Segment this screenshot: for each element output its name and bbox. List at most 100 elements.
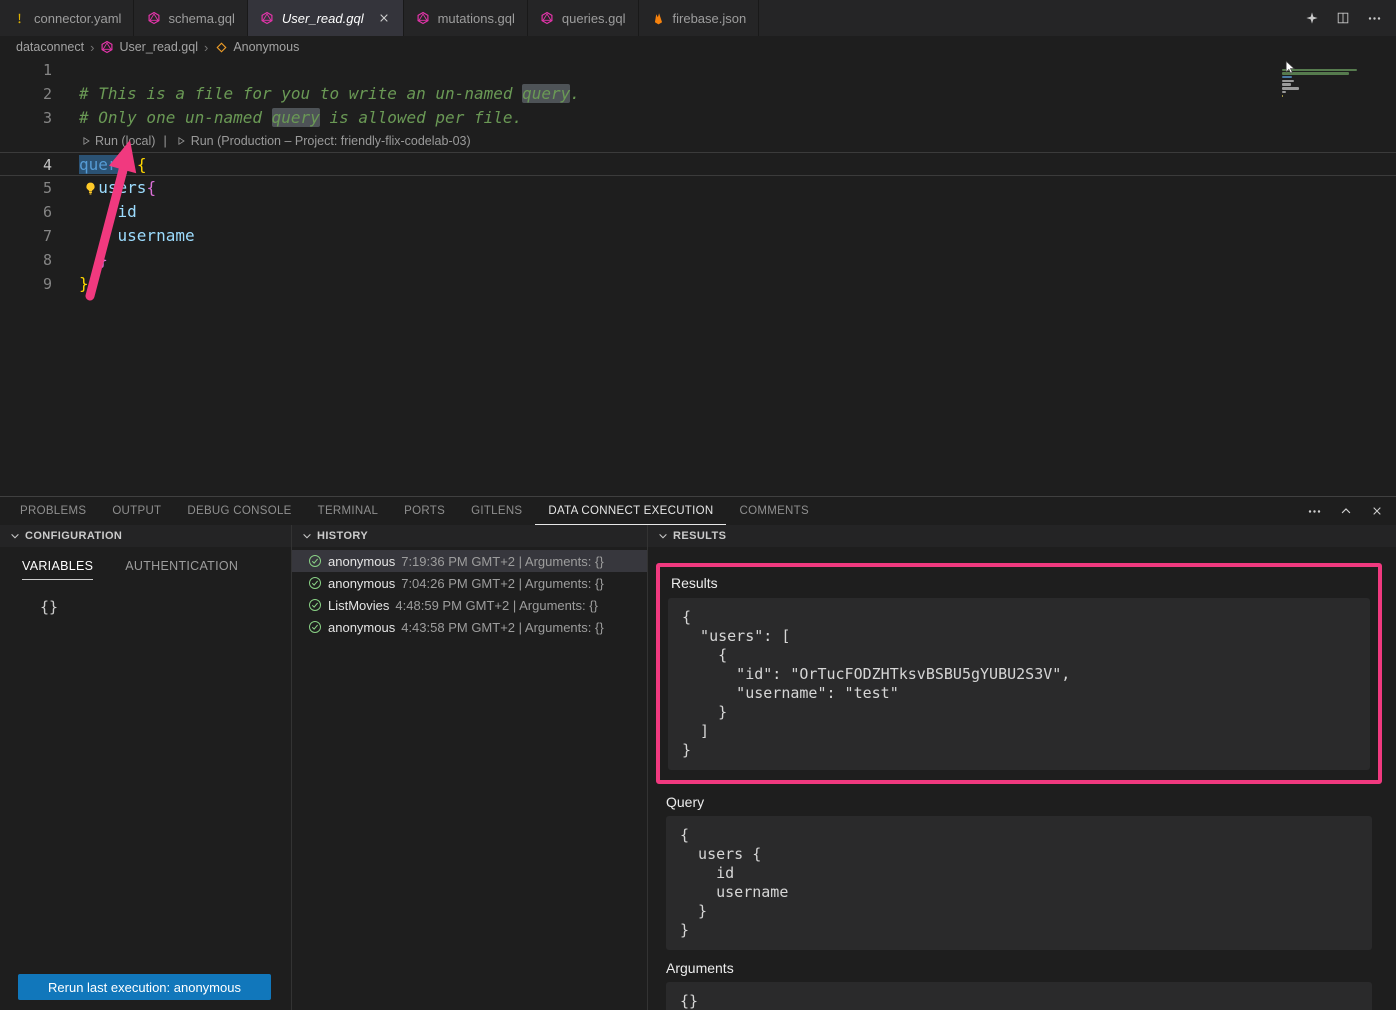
history-item-name: ListMovies bbox=[328, 598, 389, 613]
panel-tab-gitlens[interactable]: GITLENS bbox=[458, 497, 535, 525]
code-token: username bbox=[118, 226, 195, 245]
graphql-icon bbox=[540, 11, 555, 26]
code-line-content: # This is a file for you to write an un-… bbox=[52, 82, 580, 106]
panel-tab-debug-console[interactable]: DEBUG CONSOLE bbox=[174, 497, 304, 525]
yaml-warning-icon bbox=[12, 11, 27, 26]
chevron-down-icon bbox=[656, 530, 669, 543]
check-circle-icon bbox=[308, 598, 322, 612]
breadcrumb: dataconnect›User_read.gql›Anonymous bbox=[0, 36, 1396, 58]
code-token bbox=[127, 155, 137, 174]
code-token: is allowed per file. bbox=[320, 108, 522, 127]
variables-value[interactable]: {} bbox=[40, 598, 291, 616]
code-token: query bbox=[79, 155, 127, 174]
history-item[interactable]: anonymous7:04:26 PM GMT+2 | Arguments: {… bbox=[292, 572, 647, 594]
tab-label: firebase.json bbox=[673, 11, 747, 26]
breadcrumb-separator: › bbox=[204, 40, 208, 55]
history-item-meta: 4:43:58 PM GMT+2 | Arguments: {} bbox=[401, 620, 603, 635]
graphql-icon bbox=[416, 11, 431, 26]
code-line-2: 2# This is a file for you to write an un… bbox=[0, 82, 1396, 106]
code-token: } bbox=[79, 274, 89, 293]
code-line-content bbox=[52, 58, 79, 82]
close-icon[interactable] bbox=[377, 11, 391, 25]
history-item[interactable]: anonymous 4:43:58 PM GMT+2 | Arguments: {… bbox=[292, 616, 647, 638]
code-token: query bbox=[522, 84, 570, 103]
chevron-up-icon[interactable] bbox=[1338, 504, 1353, 519]
tab-label: mutations.gql bbox=[438, 11, 515, 26]
run-icon bbox=[175, 135, 188, 148]
tab-connector.yaml[interactable]: connector.yaml bbox=[0, 0, 134, 36]
tab-User_read.gql[interactable]: User_read.gql bbox=[248, 0, 404, 36]
breadcrumb-item-label: User_read.gql bbox=[119, 40, 198, 54]
results-highlight-box: Results{ "users": [ { "id": "OrTucFODZHT… bbox=[656, 563, 1382, 784]
code-line-4: 4query { bbox=[0, 152, 1396, 176]
panel-tab-comments[interactable]: COMMENTS bbox=[726, 497, 821, 525]
result-code-block: { "users": [ { "id": "OrTucFODZHTksvBSBU… bbox=[668, 598, 1370, 770]
codelens-row: Run (local) | Run (Production – Project: f… bbox=[0, 130, 1396, 152]
tab-firebase.json[interactable]: firebase.json bbox=[639, 0, 760, 36]
breadcrumb-item-label: Anonymous bbox=[233, 40, 299, 54]
history-item[interactable]: ListMovies4:48:59 PM GMT+2 | Arguments: … bbox=[292, 594, 647, 616]
minimap[interactable] bbox=[1280, 58, 1396, 496]
tab-queries.gql[interactable]: queries.gql bbox=[528, 0, 639, 36]
breadcrumb-item-User_read.gql[interactable]: User_read.gql bbox=[100, 40, 198, 54]
panel-columns: CONFIGURATION VARIABLES AUTHENTICATION {}… bbox=[0, 525, 1396, 1010]
code-token: . bbox=[570, 84, 580, 103]
code-line-content: # Only one un-named query is allowed per… bbox=[52, 106, 522, 130]
history-item-name: anonymous bbox=[328, 554, 395, 569]
code-editor[interactable]: 12# This is a file for you to write an u… bbox=[0, 58, 1396, 496]
more-actions-icon[interactable] bbox=[1307, 504, 1322, 519]
panel-tab-output[interactable]: OUTPUT bbox=[99, 497, 174, 525]
configuration-header[interactable]: CONFIGURATION bbox=[0, 525, 291, 547]
history-item-name: anonymous bbox=[328, 576, 395, 591]
code-line-content: id bbox=[52, 200, 137, 224]
code-line-3: 3# Only one un-named query is allowed pe… bbox=[0, 106, 1396, 130]
code-line-6: 6 id bbox=[0, 200, 1396, 224]
panel-tab-problems[interactable]: PROBLEMS bbox=[18, 497, 99, 525]
tab-mutations.gql[interactable]: mutations.gql bbox=[404, 0, 528, 36]
panel-tab-ports[interactable]: PORTS bbox=[391, 497, 458, 525]
history-item[interactable]: anonymous 7:19:36 PM GMT+2 | Arguments: {… bbox=[292, 550, 647, 572]
panel-actions bbox=[1307, 504, 1384, 519]
panel-tab-data-connect-execution[interactable]: DATA CONNECT EXECUTION bbox=[535, 497, 726, 525]
code-token bbox=[79, 250, 98, 269]
code-token: { bbox=[146, 178, 156, 197]
breadcrumb-item-Anonymous[interactable]: Anonymous bbox=[214, 40, 299, 54]
results-header-label: RESULTS bbox=[673, 530, 726, 542]
code-token bbox=[79, 226, 118, 245]
line-number: 3 bbox=[0, 106, 52, 130]
panel-tab-bar: PROBLEMSOUTPUTDEBUG CONSOLETERMINALPORTS… bbox=[0, 497, 1396, 525]
close-icon[interactable] bbox=[1369, 504, 1384, 519]
rerun-button[interactable]: Rerun last execution: anonymous bbox=[18, 974, 271, 1000]
results-header[interactable]: RESULTS bbox=[648, 525, 1396, 547]
history-header[interactable]: HISTORY bbox=[292, 525, 647, 547]
configuration-tab-variables[interactable]: VARIABLES bbox=[22, 559, 93, 580]
codelens-run-local[interactable]: Run (local) bbox=[79, 134, 155, 148]
code-token: { bbox=[137, 155, 147, 174]
more-actions-icon[interactable] bbox=[1366, 10, 1382, 26]
codelens-run-production[interactable]: Run (Production – Project: friendly-flix… bbox=[175, 134, 471, 148]
panel-tab-terminal[interactable]: TERMINAL bbox=[305, 497, 392, 525]
breadcrumb-item-dataconnect[interactable]: dataconnect bbox=[16, 40, 84, 54]
symbol-icon bbox=[214, 40, 228, 54]
code-token: users bbox=[98, 178, 146, 197]
minimap-line bbox=[1282, 95, 1283, 97]
line-number: 6 bbox=[0, 200, 52, 224]
graphql-icon bbox=[260, 11, 275, 26]
code-token: # This is a file for you to write an un-… bbox=[79, 84, 522, 103]
history-section: HISTORY anonymous 7:19:36 PM GMT+2 | Argu… bbox=[292, 525, 648, 1010]
sparkle-icon[interactable] bbox=[1304, 10, 1320, 26]
split-editor-icon[interactable] bbox=[1335, 10, 1351, 26]
lightbulb-icon[interactable] bbox=[82, 180, 98, 196]
code-token: } bbox=[98, 250, 108, 269]
result-section-label: Query bbox=[666, 794, 1396, 810]
history-item-meta: 7:19:36 PM GMT+2 | Arguments: {} bbox=[401, 554, 603, 569]
minimap-line bbox=[1282, 76, 1292, 78]
tab-label: connector.yaml bbox=[34, 11, 121, 26]
tab-schema.gql[interactable]: schema.gql bbox=[134, 0, 247, 36]
code-line-content: username bbox=[52, 224, 195, 248]
line-number: 7 bbox=[0, 224, 52, 248]
history-item-name: anonymous bbox=[328, 620, 395, 635]
codelens-divider: | bbox=[163, 134, 166, 148]
code-line-7: 7 username bbox=[0, 224, 1396, 248]
configuration-tab-authentication[interactable]: AUTHENTICATION bbox=[125, 559, 238, 580]
